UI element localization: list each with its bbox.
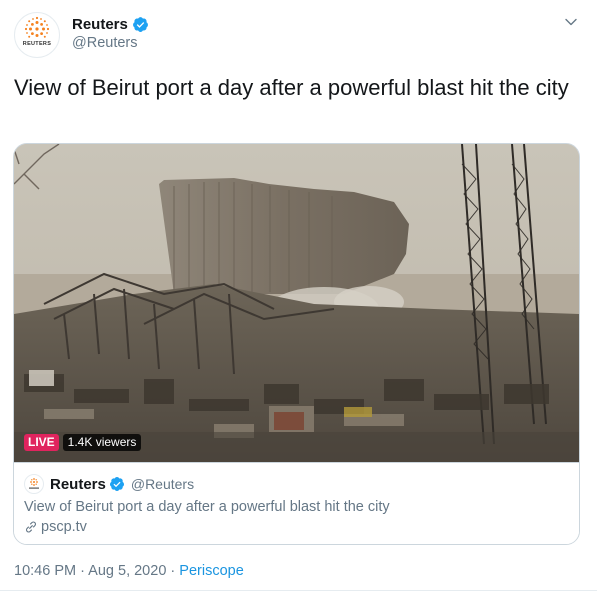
verified-badge-icon	[109, 477, 124, 491]
viewer-count: 1.4K viewers	[62, 434, 142, 451]
card-link-text[interactable]: pscp.tv	[41, 519, 87, 535]
tweet-text: View of Beirut port a day after a powerf…	[14, 75, 569, 100]
author-name-row[interactable]: Reuters	[72, 14, 149, 34]
card-link[interactable]: pscp.tv	[24, 519, 87, 535]
reuters-logo-icon	[24, 16, 50, 38]
meta-separator: ·	[166, 563, 180, 579]
tweet-source-link[interactable]: Periscope	[179, 563, 243, 579]
reuters-avatar[interactable]: REUTERS	[14, 12, 60, 58]
beirut-port-video-frame	[14, 144, 579, 462]
card-author-avatar	[24, 474, 44, 494]
author-handle[interactable]: @Reuters	[72, 35, 138, 51]
card-footer[interactable]: Reuters @Reuters View of Beirut port a d…	[14, 462, 579, 544]
author-display-name[interactable]: Reuters	[72, 16, 128, 33]
link-icon	[26, 521, 36, 533]
avatar-wordmark: REUTERS	[22, 41, 52, 47]
periscope-card[interactable]: LIVE 1.4K viewers Reuters @Reuters View …	[13, 143, 580, 545]
tweet: REUTERS Reuters @Reuters View of Beirut …	[0, 0, 597, 591]
card-author-handle: @Reuters	[130, 476, 195, 492]
card-author-row: Reuters @Reuters	[50, 475, 194, 493]
tweet-date[interactable]: Aug 5, 2020	[88, 563, 166, 579]
live-label: LIVE	[24, 434, 59, 451]
tweet-time[interactable]: 10:46 PM	[14, 563, 76, 579]
verified-badge-icon	[132, 16, 148, 32]
tweet-metadata: 10:46 PM · Aug 5, 2020 · Periscope	[14, 563, 244, 579]
reuters-logo-icon	[29, 478, 39, 489]
meta-separator: ·	[76, 563, 89, 579]
live-video-thumbnail[interactable]: LIVE 1.4K viewers	[14, 144, 579, 462]
card-description: View of Beirut port a day after a powerf…	[24, 499, 390, 515]
chevron-down-icon[interactable]	[563, 14, 579, 30]
card-author-name: Reuters	[50, 475, 106, 493]
live-status-badge: LIVE 1.4K viewers	[24, 434, 142, 451]
